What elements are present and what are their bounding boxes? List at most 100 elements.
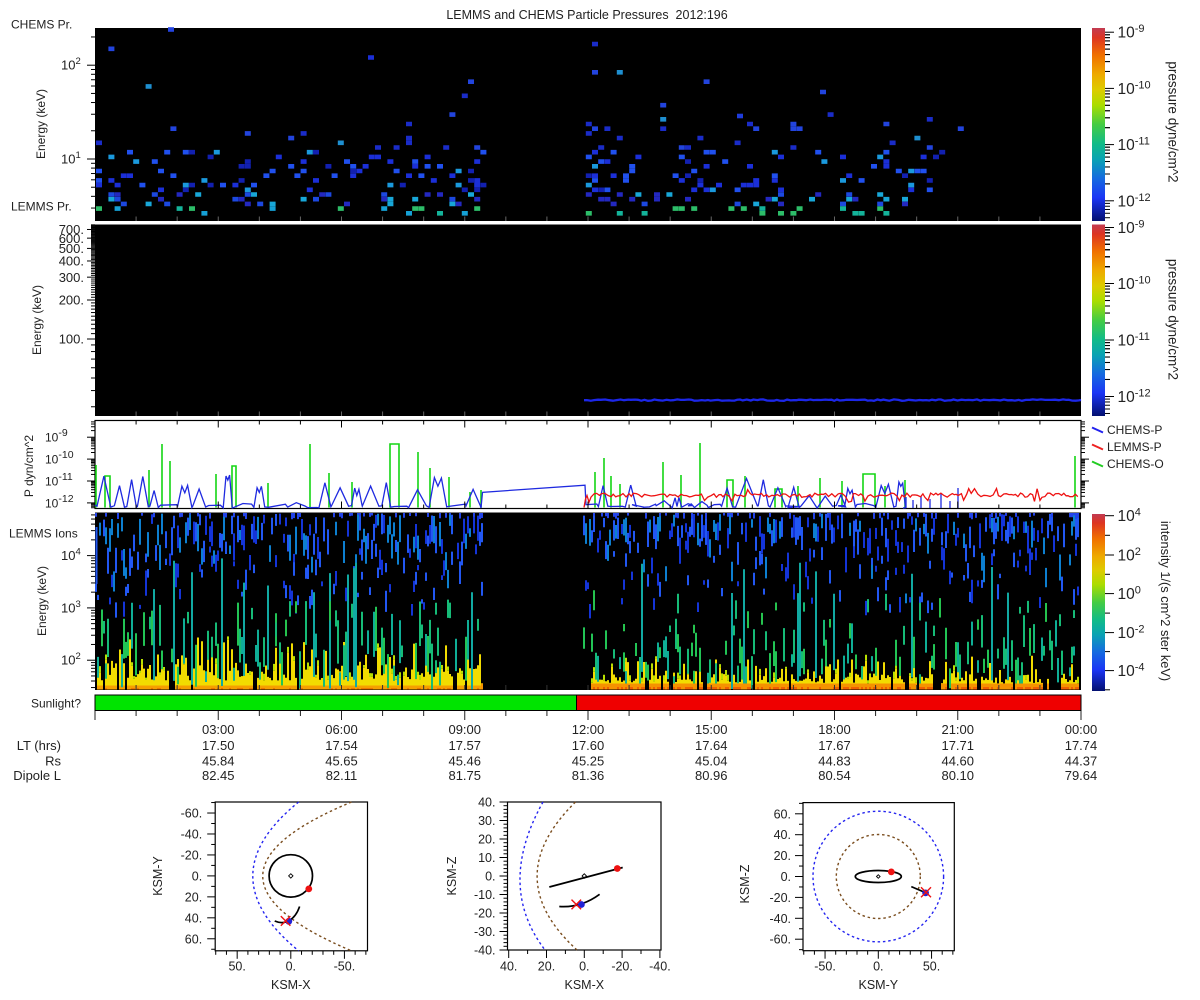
svg-text:200.: 200. (59, 293, 84, 308)
svg-text:LEMMS and CHEMS Particle Press: LEMMS and CHEMS Particle Pressures 2012:… (446, 8, 727, 22)
svg-text:10-10: 10-10 (45, 449, 74, 467)
svg-text:17.60: 17.60 (572, 738, 605, 753)
svg-text:20.: 20. (185, 890, 202, 904)
svg-text:50.: 50. (923, 960, 940, 974)
svg-text:06:00: 06:00 (325, 722, 358, 737)
svg-text:pressure dyne/cm^2: pressure dyne/cm^2 (1166, 61, 1181, 182)
svg-text:KSM-Z: KSM-Z (738, 864, 752, 903)
svg-text:17.50: 17.50 (202, 738, 235, 753)
svg-text:LEMMS Pr.: LEMMS Pr. (11, 200, 72, 214)
svg-text:45.04: 45.04 (695, 754, 728, 769)
svg-text:82.45: 82.45 (202, 768, 235, 783)
svg-text:Energy (keV): Energy (keV) (30, 285, 44, 355)
svg-text:45.25: 45.25 (572, 754, 605, 769)
svg-text:KSM-Y: KSM-Y (859, 978, 899, 992)
svg-text:10-12: 10-12 (45, 493, 74, 511)
svg-text:40.: 40. (478, 796, 495, 810)
svg-text:-40.: -40. (769, 912, 791, 926)
svg-text:15:00: 15:00 (695, 722, 728, 737)
svg-text:Rs: Rs (45, 754, 61, 769)
svg-text:10-9: 10-9 (1118, 219, 1145, 238)
svg-text:pressure dyne/cm^2: pressure dyne/cm^2 (1166, 259, 1181, 380)
svg-text:102: 102 (1118, 546, 1141, 565)
svg-text:10-12: 10-12 (1118, 192, 1151, 211)
svg-text:104: 104 (1118, 507, 1141, 526)
svg-text:101: 101 (61, 150, 81, 167)
svg-text:20.: 20. (478, 833, 495, 847)
svg-text:17.74: 17.74 (1065, 738, 1098, 753)
svg-text:44.37: 44.37 (1065, 754, 1098, 769)
svg-text:80.54: 80.54 (818, 768, 851, 783)
svg-text:40.: 40. (774, 828, 791, 842)
svg-text:CHEMS Pr.: CHEMS Pr. (11, 18, 72, 32)
svg-text:10-12: 10-12 (1118, 388, 1151, 407)
svg-text:80.96: 80.96 (695, 768, 728, 783)
svg-text:-40.: -40. (649, 960, 671, 974)
svg-text:LEMMS-P: LEMMS-P (1107, 440, 1162, 454)
svg-text:Energy (keV): Energy (keV) (34, 89, 48, 159)
svg-text:LT (hrs): LT (hrs) (17, 738, 61, 753)
svg-text:03:00: 03:00 (202, 722, 235, 737)
svg-text:81.75: 81.75 (448, 768, 481, 783)
svg-text:100: 100 (1118, 585, 1141, 604)
svg-text:17.71: 17.71 (941, 738, 974, 753)
svg-text:12:00: 12:00 (572, 722, 605, 737)
svg-text:-20.: -20. (474, 907, 496, 921)
svg-text:10-11: 10-11 (1118, 331, 1150, 350)
svg-text:81.36: 81.36 (572, 768, 605, 783)
svg-text:-40.: -40. (181, 827, 203, 841)
svg-text:400.: 400. (59, 254, 84, 269)
svg-text:17.64: 17.64 (695, 738, 728, 753)
svg-text:10-11: 10-11 (45, 471, 73, 489)
svg-text:0.: 0. (485, 870, 495, 884)
svg-text:50.: 50. (228, 960, 245, 974)
svg-text:10-2: 10-2 (1118, 624, 1145, 643)
svg-text:18:00: 18:00 (818, 722, 851, 737)
svg-text:KSM-X: KSM-X (271, 978, 311, 992)
svg-text:-10.: -10. (474, 888, 496, 902)
svg-text:21:00: 21:00 (941, 722, 974, 737)
svg-text:10-10: 10-10 (1118, 275, 1151, 294)
svg-text:45.65: 45.65 (325, 754, 358, 769)
svg-text:10.: 10. (478, 851, 495, 865)
svg-text:60.: 60. (774, 807, 791, 821)
svg-text:KSM-Y: KSM-Y (151, 856, 165, 896)
svg-text:10-4: 10-4 (1118, 662, 1145, 681)
svg-text:10-9: 10-9 (1118, 23, 1145, 42)
svg-text:40.: 40. (500, 960, 517, 974)
svg-text:LEMMS Ions: LEMMS Ions (9, 527, 78, 541)
svg-text:102: 102 (61, 56, 81, 73)
svg-text:09:00: 09:00 (448, 722, 481, 737)
svg-text:CHEMS-O: CHEMS-O (1107, 457, 1164, 471)
svg-text:0.: 0. (873, 960, 883, 974)
svg-text:10-11: 10-11 (1118, 136, 1150, 155)
svg-text:44.60: 44.60 (941, 754, 974, 769)
svg-text:20.: 20. (774, 849, 791, 863)
svg-text:60.: 60. (185, 932, 202, 946)
svg-text:00:00: 00:00 (1065, 722, 1098, 737)
svg-text:-40.: -40. (474, 944, 496, 958)
svg-text:-30.: -30. (474, 925, 496, 939)
svg-text:-50.: -50. (814, 960, 836, 974)
svg-text:82.11: 82.11 (326, 768, 358, 783)
svg-text:80.10: 80.10 (941, 768, 974, 783)
svg-text:17.67: 17.67 (818, 738, 851, 753)
svg-text:-60.: -60. (769, 933, 791, 947)
svg-text:CHEMS-P: CHEMS-P (1107, 423, 1162, 437)
svg-text:40.: 40. (185, 911, 202, 925)
svg-text:0.: 0. (579, 960, 589, 974)
svg-text:30.: 30. (478, 814, 495, 828)
svg-text:intensity 1/(s cm^2 ster keV): intensity 1/(s cm^2 ster keV) (1158, 521, 1173, 681)
svg-text:Energy (keV): Energy (keV) (35, 566, 49, 636)
svg-text:17.57: 17.57 (448, 738, 481, 753)
svg-text:300.: 300. (59, 270, 84, 285)
svg-text:104: 104 (61, 547, 81, 564)
svg-text:45.84: 45.84 (202, 754, 235, 769)
svg-text:20.: 20. (538, 960, 555, 974)
svg-text:-20.: -20. (611, 960, 633, 974)
svg-text:44.83: 44.83 (818, 754, 851, 769)
svg-text:0.: 0. (781, 870, 791, 884)
svg-text:79.64: 79.64 (1065, 768, 1098, 783)
svg-text:0.: 0. (192, 869, 202, 883)
svg-text:103: 103 (61, 599, 81, 616)
